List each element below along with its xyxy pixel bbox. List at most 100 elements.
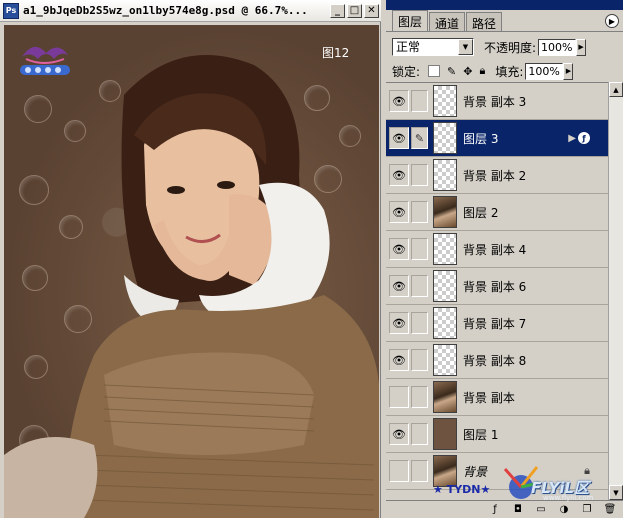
eye-icon: 👁︎ bbox=[392, 316, 406, 330]
layer-thumbnail bbox=[433, 85, 457, 117]
eye-icon: 👁︎ bbox=[392, 131, 406, 145]
visibility-toggle[interactable]: 👁︎ bbox=[389, 238, 409, 260]
brush-icon[interactable]: ✎ bbox=[447, 65, 456, 78]
layer-thumbnail bbox=[433, 307, 457, 339]
eye-icon: 👁︎ bbox=[392, 427, 406, 441]
layer-row-selected[interactable]: 👁︎ ✎ 图层 3 ▶ ƒ bbox=[386, 120, 608, 157]
brush-icon: ✎ bbox=[414, 131, 425, 145]
watermark-url: www.flyiii.com bbox=[543, 494, 594, 502]
brush-link-toggle[interactable]: ✎ bbox=[411, 127, 428, 149]
eye-icon: 👁︎ bbox=[392, 168, 406, 182]
link-toggle[interactable] bbox=[411, 164, 428, 186]
panel-menu-button[interactable]: ▶ bbox=[605, 14, 619, 28]
layer-row[interactable]: 👁︎ 背景 副本 4 bbox=[386, 231, 608, 268]
layer-thumbnail bbox=[433, 381, 457, 413]
fill-label: 填充: bbox=[495, 64, 524, 79]
minimize-button[interactable]: _ bbox=[330, 3, 345, 18]
lock-label: 锁定: bbox=[392, 64, 421, 79]
layer-row[interactable]: 👁︎ 图层 2 bbox=[386, 194, 608, 231]
tab-layers[interactable]: 图层 bbox=[392, 10, 429, 31]
photoshop-app-icon: Ps bbox=[3, 2, 19, 19]
link-toggle[interactable] bbox=[411, 275, 428, 297]
link-toggle[interactable] bbox=[411, 201, 428, 223]
layer-list-scrollbar[interactable]: ▲ ▼ bbox=[608, 82, 623, 500]
visibility-toggle[interactable]: 👁︎ bbox=[389, 423, 409, 445]
layer-thumbnail bbox=[433, 122, 457, 154]
portrait-photo bbox=[4, 55, 379, 518]
visibility-toggle[interactable]: 👁︎ bbox=[389, 275, 409, 297]
layer-row[interactable]: 👁︎ 背景 副本 2 bbox=[386, 157, 608, 194]
link-toggle[interactable] bbox=[411, 312, 428, 334]
visibility-toggle[interactable]: 👁︎ bbox=[389, 201, 409, 223]
link-toggle[interactable] bbox=[411, 460, 428, 482]
visibility-toggle[interactable]: 👁︎ bbox=[389, 164, 409, 186]
fill-input[interactable]: 100% bbox=[525, 62, 564, 80]
eye-icon: 👁︎ bbox=[392, 94, 406, 108]
eye-icon: 👁︎ bbox=[392, 353, 406, 367]
layer-thumbnail bbox=[433, 159, 457, 191]
scroll-up-button[interactable]: ▲ bbox=[609, 82, 623, 97]
layer-name: 背景 副本 2 bbox=[463, 168, 527, 183]
link-toggle[interactable] bbox=[411, 349, 428, 371]
layer-name: 背景 副本 3 bbox=[463, 94, 527, 109]
link-toggle[interactable] bbox=[411, 423, 428, 445]
document-window: Ps a1_9bJqeDb2S5wz_on1lby574e8g.psd @ 66… bbox=[0, 0, 381, 518]
layer-row[interactable]: 👁︎ 背景 副本 3 bbox=[386, 83, 608, 120]
link-toggle[interactable] bbox=[411, 238, 428, 260]
layer-row[interactable]: 👁︎ 背景 副本 7 bbox=[386, 305, 608, 342]
layer-name: 背景 副本 6 bbox=[463, 279, 527, 294]
chevron-down-icon[interactable]: ▼ bbox=[458, 39, 473, 55]
eye-icon: 👁︎ bbox=[392, 205, 406, 219]
layer-name: 图层 2 bbox=[463, 205, 499, 220]
layer-row[interactable]: 👁︎ 背景 副本 6 bbox=[386, 268, 608, 305]
layer-list: 👁︎ 背景 副本 3 👁︎ ✎ 图层 3 ▶ ƒ 👁︎ 背景 副本 2 👁︎ 图… bbox=[386, 82, 608, 500]
layer-row[interactable]: 👁︎ 图层 1 bbox=[386, 416, 608, 453]
expand-effects-icon[interactable]: ▶ bbox=[568, 133, 576, 144]
fill-slider-button[interactable]: ▶ bbox=[563, 62, 574, 80]
lock-icon[interactable]: 🔒︎ bbox=[479, 64, 485, 78]
watermark: ★ TYDN★ FLYiL区 www.flyiii.com bbox=[433, 461, 623, 505]
canvas-figure-label: 图12 bbox=[322, 46, 350, 60]
layer-row[interactable]: 👁︎ 背景 副本 8 bbox=[386, 342, 608, 379]
lock-options-row: 锁定: ✎ ✥ 🔒︎ 填充: 100% ▶ bbox=[392, 62, 620, 80]
opacity-label: 不透明度: bbox=[484, 40, 537, 55]
layer-row[interactable]: 背景 副本 bbox=[386, 379, 608, 416]
eye-icon: 👁︎ bbox=[392, 242, 406, 256]
layer-thumbnail bbox=[433, 233, 457, 265]
blend-mode-select[interactable]: 正常 ▼ bbox=[392, 38, 474, 56]
layer-thumbnail bbox=[433, 270, 457, 302]
document-titlebar[interactable]: Ps a1_9bJqeDb2S5wz_on1lby574e8g.psd @ 66… bbox=[0, 0, 381, 22]
layer-name: 背景 副本 7 bbox=[463, 316, 527, 331]
layer-thumbnail bbox=[433, 196, 457, 228]
layer-name: 图层 1 bbox=[463, 427, 499, 442]
layer-name: 背景 副本 8 bbox=[463, 353, 527, 368]
tab-paths[interactable]: 路径 bbox=[466, 12, 503, 31]
visibility-toggle[interactable]: 👁︎ bbox=[389, 127, 409, 149]
eye-icon: 👁︎ bbox=[392, 279, 406, 293]
opacity-input[interactable]: 100% bbox=[538, 38, 577, 56]
visibility-toggle[interactable]: 👁︎ bbox=[389, 312, 409, 334]
tab-channels[interactable]: 通道 bbox=[429, 12, 466, 31]
visibility-toggle[interactable]: 👁︎ bbox=[389, 90, 409, 112]
panel-titlebar[interactable] bbox=[386, 0, 623, 10]
document-title: a1_9bJqeDb2S5wz_on1lby574e8g.psd @ 66.7%… bbox=[23, 4, 308, 17]
blend-mode-value: 正常 bbox=[396, 40, 421, 54]
move-icon[interactable]: ✥ bbox=[463, 65, 472, 78]
image-canvas[interactable]: 图12 bbox=[4, 25, 379, 518]
layer-name: 背景 副本 bbox=[463, 390, 515, 405]
watermark-left-text: ★ TYDN★ bbox=[433, 483, 491, 496]
panel-tabs: 图层 通道 路径 bbox=[386, 10, 623, 32]
visibility-toggle[interactable]: 👁︎ bbox=[389, 349, 409, 371]
layer-thumbnail bbox=[433, 344, 457, 376]
lock-transparency-checkbox[interactable] bbox=[428, 65, 441, 77]
visibility-toggle[interactable] bbox=[389, 460, 409, 482]
visibility-toggle[interactable] bbox=[389, 386, 409, 408]
link-toggle[interactable] bbox=[411, 386, 428, 408]
maximize-button[interactable]: □ bbox=[347, 3, 362, 18]
close-button[interactable]: ✕ bbox=[364, 3, 379, 18]
layer-thumbnail bbox=[433, 418, 457, 450]
layer-effects-icon[interactable]: ƒ bbox=[578, 132, 590, 144]
link-toggle[interactable] bbox=[411, 90, 428, 112]
opacity-slider-button[interactable]: ▶ bbox=[576, 38, 587, 56]
layer-name: 背景 副本 4 bbox=[463, 242, 527, 257]
